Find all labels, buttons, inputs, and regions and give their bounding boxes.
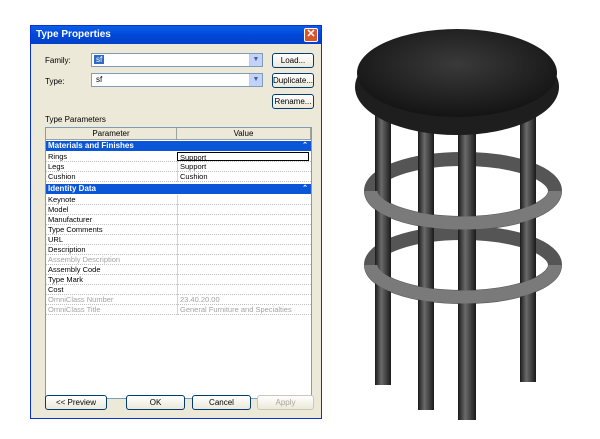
param-name: Legs (48, 162, 65, 171)
param-value: 23.40.20.00 (180, 295, 220, 304)
param-name: Manufacturer (48, 215, 93, 224)
column-header-value[interactable]: Value (177, 128, 311, 140)
type-value: sf (96, 75, 103, 84)
table-row: OmniClass Number 23.40.20.00 (46, 295, 311, 305)
table-row[interactable]: Cushion Cushion (46, 172, 311, 182)
table-row[interactable]: Assembly Code (46, 265, 311, 275)
duplicate-button[interactable]: Duplicate... (272, 73, 314, 88)
leg (375, 90, 391, 385)
param-value: General Furniture and Specialties (180, 305, 292, 314)
leg (418, 105, 434, 410)
seat-cushion (357, 29, 557, 117)
dialog-title: Type Properties (36, 29, 111, 40)
param-value[interactable]: Cushion (180, 172, 208, 182)
param-name: Rings (48, 152, 68, 161)
param-name: Keynote (48, 195, 76, 204)
load-button[interactable]: Load... (272, 53, 314, 68)
table-row[interactable]: Type Mark (46, 275, 311, 285)
type-label: Type: (45, 77, 65, 86)
cancel-button[interactable]: Cancel (192, 395, 251, 410)
param-name: OmniClass Number (48, 295, 114, 304)
group-title: Materials and Finishes (48, 141, 134, 150)
family-combo[interactable]: sf ▼ (91, 53, 263, 67)
table-row: OmniClass Title General Furniture and Spe… (46, 305, 311, 315)
type-properties-dialog: Type Properties ✕ Family: sf ▼ Load... T… (30, 25, 322, 419)
table-row[interactable]: Keynote (46, 195, 311, 205)
close-icon[interactable]: ✕ (304, 28, 318, 42)
table-row[interactable]: URL (46, 235, 311, 245)
collapse-icon[interactable]: ⌃ (302, 184, 308, 194)
param-name: Cushion (48, 172, 76, 181)
preview-button[interactable]: << Preview (45, 395, 107, 410)
group-identity-data[interactable]: Identity Data ⌃ (46, 184, 311, 194)
param-name: Description (48, 245, 86, 254)
param-value[interactable]: Support (180, 162, 206, 172)
table-row[interactable]: Rings Support (46, 152, 311, 162)
chevron-down-icon[interactable]: ▼ (249, 74, 262, 86)
table-row[interactable]: Type Comments (46, 225, 311, 235)
leg (520, 90, 536, 382)
ok-button[interactable]: OK (126, 395, 185, 410)
table-row[interactable]: Cost (46, 285, 311, 295)
param-value[interactable]: Support (177, 152, 309, 162)
param-name: Model (48, 205, 69, 214)
param-name: Assembly Code (48, 265, 101, 274)
family-value: sf (94, 55, 105, 64)
type-combo[interactable]: sf ▼ (91, 73, 263, 87)
group-materials-and-finishes[interactable]: Materials and Finishes ⌃ (46, 141, 311, 151)
chevron-down-icon[interactable]: ▼ (249, 54, 262, 66)
table-row[interactable]: Manufacturer (46, 215, 311, 225)
group-title: Identity Data (48, 184, 97, 193)
type-parameters-label: Type Parameters (45, 115, 106, 124)
rename-button[interactable]: Rename... (272, 94, 314, 109)
param-name: OmniClass Title (48, 305, 101, 314)
param-name: Type Comments (48, 225, 103, 234)
column-header-parameter[interactable]: Parameter (46, 128, 177, 140)
collapse-icon[interactable]: ⌃ (302, 141, 308, 151)
table-row[interactable]: Legs Support (46, 162, 311, 172)
apply-button: Apply (257, 395, 314, 410)
table-row: Assembly Description (46, 255, 311, 265)
parameters-grid: Parameter Value Materials and Finishes ⌃… (45, 127, 312, 399)
table-row[interactable]: Model (46, 205, 311, 215)
param-name: Type Mark (48, 275, 84, 284)
bar-stool-preview (355, 29, 562, 420)
table-row[interactable]: Description (46, 245, 311, 255)
title-bar[interactable]: Type Properties ✕ (31, 26, 321, 44)
param-name: URL (48, 235, 64, 244)
param-name: Assembly Description (48, 255, 121, 264)
param-name: Cost (48, 285, 64, 294)
leg (458, 110, 476, 420)
family-label: Family: (45, 56, 71, 65)
